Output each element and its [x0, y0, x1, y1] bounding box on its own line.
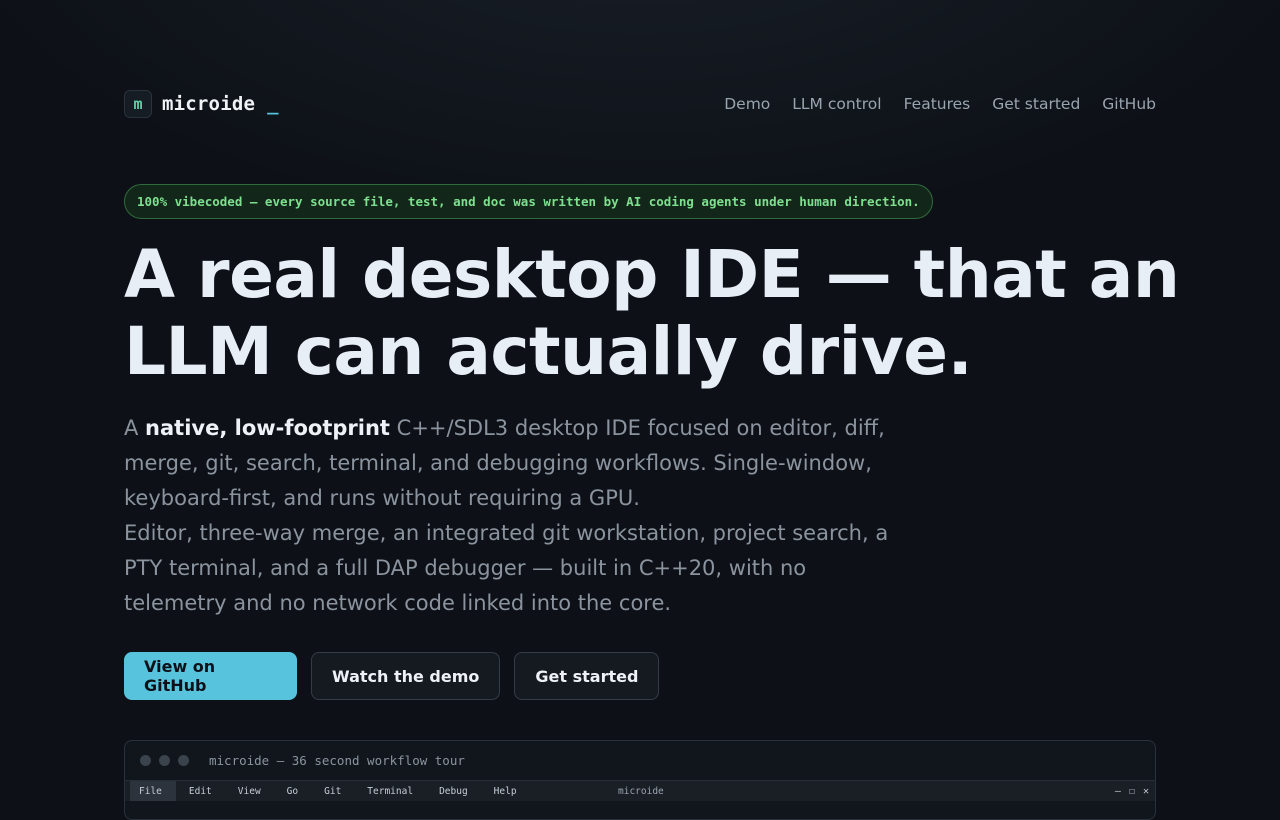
window-dot-icon — [140, 755, 151, 766]
view-on-github-button[interactable]: View on GitHub — [124, 652, 297, 700]
nav-link-demo[interactable]: Demo — [724, 95, 770, 113]
demo-app-name: microide — [618, 785, 664, 797]
demo-menubar: File Edit View Go Git Terminal Debug Hel… — [125, 781, 1155, 801]
demo-title: microide — 36 second workflow tour — [209, 753, 465, 768]
nav-link-get-started[interactable]: Get started — [992, 95, 1080, 113]
window-controls: — ☐ ✕ — [1115, 781, 1149, 801]
menu-edit[interactable]: Edit — [176, 781, 225, 801]
top-nav: m microide _ Demo LLM control Features G… — [124, 88, 1156, 120]
cta-buttons: View on GitHub Watch the demo Get starte… — [124, 652, 660, 700]
watch-demo-button[interactable]: Watch the demo — [311, 652, 501, 700]
minimize-icon[interactable]: — — [1115, 786, 1121, 797]
menu-view[interactable]: View — [225, 781, 274, 801]
hero-description: A native, low-footprint C++/SDL3 desktop… — [124, 411, 914, 621]
logo-icon: m — [124, 90, 152, 118]
lede-bold: native, low-footprint — [145, 416, 390, 440]
close-icon[interactable]: ✕ — [1143, 786, 1149, 797]
nav-link-github[interactable]: GitHub — [1102, 95, 1156, 113]
demo-window[interactable]: microide — 36 second workflow tour File … — [124, 740, 1156, 820]
brand-name: microide — [162, 93, 256, 115]
get-started-button[interactable]: Get started — [514, 652, 660, 700]
menu-git[interactable]: Git — [311, 781, 354, 801]
window-dot-icon — [159, 755, 170, 766]
maximize-icon[interactable]: ☐ — [1129, 786, 1135, 797]
nav-link-features[interactable]: Features — [904, 95, 971, 113]
menu-file[interactable]: File — [130, 781, 176, 801]
brand[interactable]: m microide _ — [124, 90, 279, 118]
menu-terminal[interactable]: Terminal — [354, 781, 426, 801]
hero-headline: A real desktop IDE — that an LLM can act… — [124, 236, 1180, 390]
demo-titlebar: microide — 36 second workflow tour — [125, 741, 1155, 781]
menu-go[interactable]: Go — [274, 781, 311, 801]
nav-links: Demo LLM control Features Get started Gi… — [724, 95, 1156, 113]
window-dot-icon — [178, 755, 189, 766]
lede-second: Editor, three-way merge, an integrated g… — [124, 521, 889, 615]
nav-link-llm-control[interactable]: LLM control — [792, 95, 881, 113]
menu-debug[interactable]: Debug — [426, 781, 481, 801]
cursor-glyph: _ — [267, 93, 279, 115]
lede-prefix: A — [124, 416, 146, 440]
vibecoded-badge: 100% vibecoded — every source file, test… — [124, 184, 933, 219]
menu-help[interactable]: Help — [481, 781, 530, 801]
